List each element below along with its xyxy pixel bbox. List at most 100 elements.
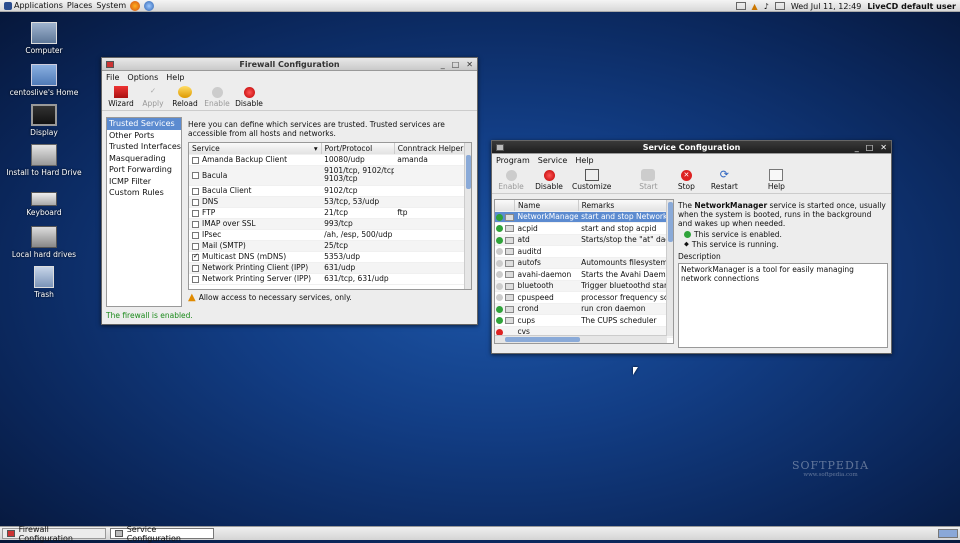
close-button[interactable]: ✕ (466, 58, 473, 71)
services-scrollbar[interactable] (464, 143, 471, 289)
service-row[interactable]: crond run cron daemon (495, 303, 673, 315)
table-row[interactable]: Bacula 9101/tcp, 9102/tcp, 9103/tcp (189, 165, 471, 186)
table-row[interactable]: Network Printing Client (IPP) 631/udp (189, 262, 471, 274)
table-row[interactable]: Amanda Backup Client 10080/udp amanda (189, 154, 471, 166)
menu-service[interactable]: Service (538, 156, 568, 165)
stop-button[interactable]: ✕ Stop (671, 170, 701, 191)
service-row[interactable]: autofs Automounts filesystems o (495, 257, 673, 269)
enable-service-button[interactable]: Enable (496, 170, 526, 191)
table-row[interactable]: Bacula Client 9102/tcp (189, 185, 471, 197)
scrollbar-thumb[interactable] (668, 202, 673, 242)
service-row[interactable]: cups The CUPS scheduler (495, 314, 673, 327)
menu-help[interactable]: Help (575, 156, 593, 165)
column-port-protocol[interactable]: Port/Protocol (321, 143, 395, 155)
user-menu[interactable]: LiveCD default user (867, 2, 956, 11)
menu-system[interactable]: System (96, 1, 126, 10)
display-icon[interactable] (774, 2, 785, 10)
desktop-icon-install[interactable]: Install to Hard Drive (4, 144, 84, 177)
column-status[interactable] (495, 200, 515, 212)
help-launcher-icon[interactable] (144, 0, 155, 11)
disable-button[interactable]: Disable (234, 87, 264, 108)
warning-tray-icon[interactable]: ▲ (752, 2, 758, 11)
customize-button[interactable]: Customize (572, 169, 611, 191)
desktop-icon-trash[interactable]: Trash (14, 266, 74, 299)
service-row[interactable]: avahi-daemon Starts the Avahi Daemon (495, 268, 673, 281)
table-row[interactable]: Multicast DNS (mDNS)5353/udp (189, 251, 471, 263)
start-button[interactable]: Start (633, 169, 663, 191)
service-task-icon (115, 530, 123, 537)
sidebar-item-masquerading[interactable]: Masquerading (107, 153, 181, 165)
table-row[interactable]: Network Printing Server (IPP) 631/tcp, 63… (189, 273, 471, 285)
close-button[interactable]: ✕ (880, 141, 887, 154)
service-checkbox[interactable] (192, 198, 199, 206)
minimize-button[interactable]: _ (855, 141, 859, 154)
network-icon[interactable] (735, 2, 746, 10)
service-checkbox[interactable] (192, 156, 199, 164)
service-checkbox[interactable] (192, 209, 199, 217)
sidebar-item-custom-rules[interactable]: Custom Rules (107, 187, 181, 199)
reload-button[interactable]: Reload (170, 86, 200, 108)
desktop-icon-computer[interactable]: Computer (14, 22, 74, 55)
table-row[interactable]: IPsec/ah, /esp, 500/udp (189, 229, 471, 241)
wizard-button[interactable]: Wizard (106, 86, 136, 108)
service-row[interactable]: cpuspeed processor frequency scali (495, 291, 673, 304)
service-row[interactable]: atd Starts/stop the "at" daemo (495, 234, 673, 246)
service-list-hscrollbar[interactable] (495, 335, 667, 343)
sidebar-item-trusted-interfaces[interactable]: Trusted Interfaces (107, 141, 181, 153)
firefox-launcher-icon[interactable] (130, 0, 141, 11)
table-row[interactable]: DNS 53/tcp, 53/udp (189, 196, 471, 208)
desktop-icon-home[interactable]: centoslive's Home (8, 64, 80, 97)
service-checkbox[interactable] (192, 264, 199, 272)
menu-options[interactable]: Options (127, 73, 158, 82)
service-checkbox[interactable] (192, 242, 199, 250)
table-row[interactable]: FTP 21/tcp ftp (189, 207, 471, 219)
firewall-titlebar[interactable]: Firewall Configuration _ □ ✕ (102, 58, 477, 71)
service-name-bold: NetworkManager (694, 201, 768, 210)
service-checkbox[interactable] (192, 172, 199, 179)
taskbar-firewall[interactable]: Firewall Configuration (2, 525, 106, 543)
taskbar-service[interactable]: Service Configuration (110, 525, 214, 543)
table-row[interactable]: IMAP over SSL 993/tcp (189, 218, 471, 230)
service-row[interactable]: auditd (495, 245, 673, 258)
menu-program[interactable]: Program (496, 156, 530, 165)
service-checkbox[interactable] (192, 275, 199, 283)
service-checkbox-checked[interactable] (192, 252, 199, 261)
service-row-selected[interactable]: NetworkManager start and stop NetworkMa (495, 211, 673, 223)
desktop-icon-keyboard[interactable]: Keyboard (14, 186, 74, 217)
sidebar-item-port-forwarding[interactable]: Port Forwarding (107, 164, 181, 176)
service-checkbox[interactable] (192, 187, 199, 195)
service-titlebar[interactable]: Service Configuration _ □ ✕ (492, 141, 891, 154)
table-row[interactable]: Mail (SMTP) 25/tcp (189, 240, 471, 252)
menu-applications[interactable]: Applications (4, 1, 63, 10)
service-checkbox[interactable] (192, 220, 199, 228)
maximize-button[interactable]: □ (866, 141, 874, 154)
restart-button[interactable]: ⟳ Restart (709, 169, 739, 192)
maximize-button[interactable]: □ (452, 58, 460, 71)
column-conntrack-helper[interactable]: Conntrack Helper (394, 143, 471, 155)
scrollbar-thumb[interactable] (466, 155, 471, 189)
clock[interactable]: Wed Jul 11, 12:49 (791, 2, 862, 11)
service-row[interactable]: bluetooth Trigger bluetoothd start-u (495, 280, 673, 292)
menu-file[interactable]: File (106, 73, 119, 82)
service-row[interactable]: acpid start and stop acpid (495, 222, 673, 235)
menu-places[interactable]: Places (67, 1, 92, 10)
service-checkbox[interactable] (192, 231, 199, 239)
menu-help[interactable]: Help (166, 73, 184, 82)
apply-button[interactable]: ✓ Apply (138, 86, 168, 108)
sidebar-item-trusted-services[interactable]: Trusted Services (107, 118, 181, 130)
desktop-icon-drives[interactable]: Local hard drives (8, 226, 80, 259)
sidebar-item-icmp-filter[interactable]: ICMP Filter (107, 176, 181, 188)
desktop-icon-display[interactable]: Display (14, 104, 74, 137)
help-button[interactable]: Help (761, 169, 791, 191)
enable-button[interactable]: Enable (202, 87, 232, 108)
minimize-button[interactable]: _ (441, 58, 445, 71)
service-list-vscrollbar[interactable] (666, 200, 673, 336)
sidebar-item-other-ports[interactable]: Other Ports (107, 130, 181, 142)
disable-service-button[interactable]: Disable (534, 170, 564, 191)
workspace-switcher[interactable] (938, 529, 958, 538)
column-service[interactable]: Service ▾ (189, 143, 322, 155)
column-remarks[interactable]: Remarks (578, 200, 673, 212)
volume-icon[interactable]: ♪ (764, 2, 769, 11)
column-name[interactable]: Name (514, 200, 579, 212)
hscroll-thumb[interactable] (505, 337, 580, 342)
